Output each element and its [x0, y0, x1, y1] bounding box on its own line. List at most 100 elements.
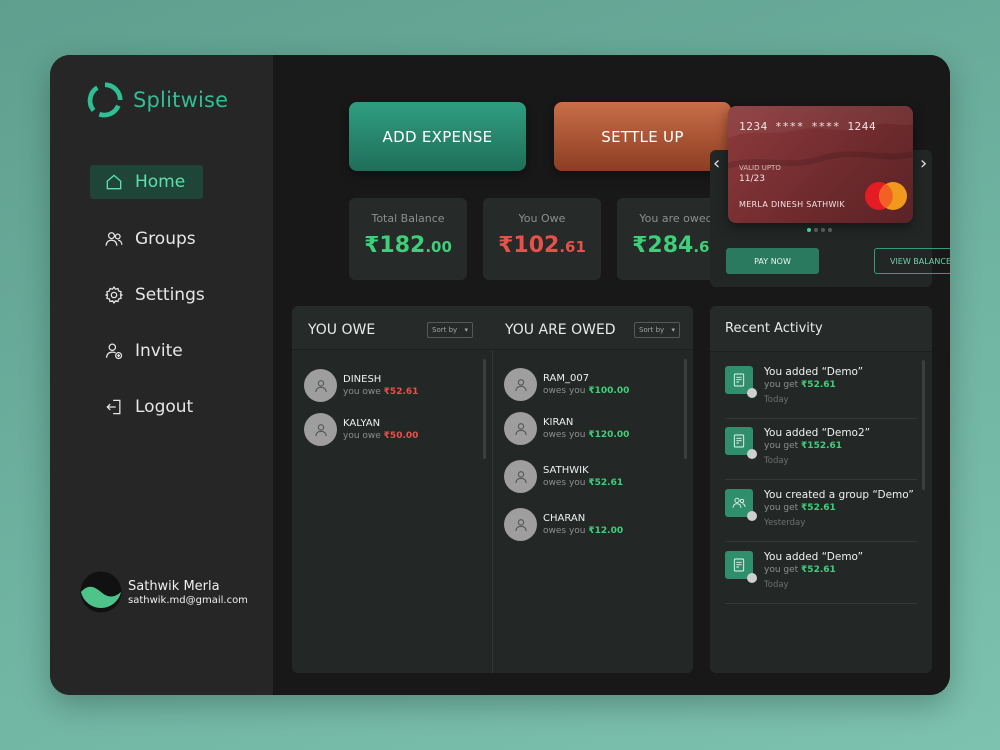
logout-icon — [106, 399, 121, 415]
balance-prefix: you owe — [343, 387, 384, 397]
user-avatar-icon — [504, 412, 537, 445]
add-expense-button[interactable]: ADD EXPENSE — [349, 102, 526, 171]
user-profile[interactable]: Sathwik Merla sathwik.md@gmail.com — [80, 571, 248, 613]
list-item[interactable]: DINESH you owe ₹52.61 — [304, 369, 418, 402]
balance-decimal: .00 — [425, 238, 452, 256]
balance-amount: ₹12.00 — [588, 526, 624, 536]
gear-icon — [104, 286, 124, 304]
list-item[interactable]: SATHWIK owes you ₹52.61 — [504, 460, 623, 493]
sidebar-item-groups[interactable]: Groups — [90, 222, 210, 256]
person-name: KALYAN — [343, 418, 381, 429]
caret-down-icon: ▾ — [671, 326, 675, 334]
column-divider — [492, 350, 493, 673]
balance-label: You Owe — [518, 212, 566, 225]
balance-value: ₹182.00 — [349, 233, 467, 258]
app-window: Splitwise Home Groups Settings Invite Lo… — [50, 55, 950, 695]
person-balance: owes you ₹12.00 — [543, 526, 623, 536]
sidebar-item-settings[interactable]: Settings — [90, 278, 219, 312]
activity-text: You created a group “Demo” — [764, 489, 914, 501]
person-balance: owes you ₹100.00 — [543, 386, 629, 396]
settle-up-button[interactable]: SETTLE UP — [554, 102, 731, 171]
activity-time: Today — [764, 395, 789, 405]
carousel-dot[interactable] — [807, 228, 811, 232]
status-badge — [747, 388, 757, 398]
sort-label: Sort by — [639, 326, 665, 334]
person-name: CHARAN — [543, 513, 586, 524]
activity-item[interactable]: You added “Demo” you get ₹52.61 Today — [725, 358, 917, 419]
recent-activity-title: Recent Activity — [725, 321, 823, 336]
balance-prefix: owes you — [543, 526, 589, 536]
person-name: SATHWIK — [543, 465, 589, 476]
activity-item[interactable]: You created a group “Demo” you get ₹52.6… — [725, 481, 917, 542]
activity-time: Yesterday — [764, 518, 806, 528]
amount-value: ₹152.61 — [801, 441, 843, 451]
you-are-owed-title: YOU ARE OWED — [505, 322, 616, 338]
balance-prefix: owes you — [543, 430, 589, 440]
balance-prefix: owes you — [543, 478, 589, 488]
list-item[interactable]: KIRAN owes you ₹120.00 — [504, 412, 629, 445]
carousel-dot[interactable] — [814, 228, 818, 232]
list-item[interactable]: CHARAN owes you ₹12.00 — [504, 508, 623, 541]
total-balance-card: Total Balance ₹182.00 — [349, 198, 467, 280]
person-balance: you owe ₹50.00 — [343, 431, 418, 441]
list-item[interactable]: RAM_007 owes you ₹100.00 — [504, 368, 629, 401]
balance-main: ₹102 — [498, 233, 560, 258]
list-item[interactable]: KALYAN you owe ₹50.00 — [304, 413, 418, 446]
scrollbar[interactable] — [922, 360, 925, 490]
sidebar-item-label: Invite — [135, 341, 183, 361]
card-valid-label: VALID UPTO — [739, 164, 781, 172]
activity-item[interactable]: You added “Demo” you get ₹52.61 Today — [725, 543, 917, 604]
home-icon — [106, 174, 122, 190]
carousel-dots — [807, 228, 832, 232]
profile-email: sathwik.md@gmail.com — [128, 594, 248, 606]
scrollbar[interactable] — [483, 359, 486, 459]
balance-prefix: you owe — [343, 431, 384, 441]
balance-amount: ₹100.00 — [588, 386, 630, 396]
groups-icon — [105, 232, 123, 246]
sidebar-item-label: Groups — [135, 229, 196, 249]
status-badge — [747, 511, 757, 521]
balance-main: ₹284 — [632, 233, 694, 258]
credit-card[interactable]: 1234 **** **** 1244 VALID UPTO 11/23 MER… — [728, 106, 913, 223]
activity-time: Today — [764, 456, 789, 466]
activity-amount: you get ₹152.61 — [764, 441, 842, 451]
user-avatar-icon — [304, 369, 337, 402]
receipt-icon — [725, 551, 757, 583]
person-balance: owes you ₹52.61 — [543, 478, 623, 488]
mastercard-logo-icon — [865, 182, 907, 210]
app-name: Splitwise — [133, 88, 229, 112]
sidebar-item-home[interactable]: Home — [90, 165, 203, 199]
activity-amount: you get ₹52.61 — [764, 380, 836, 390]
balance-value: ₹102.61 — [483, 233, 601, 258]
logo: Splitwise — [86, 81, 228, 119]
balance-prefix: owes you — [543, 386, 589, 396]
sidebar-item-logout[interactable]: Logout — [90, 390, 207, 424]
sidebar-item-label: Settings — [135, 285, 205, 305]
activity-text: You added “Demo2” — [764, 427, 871, 439]
chevron-right-icon[interactable]: › — [920, 153, 927, 174]
sort-by-dropdown[interactable]: Sort by ▾ — [634, 322, 680, 338]
card-holder-name: MERLA DINESH SATHWIK — [739, 200, 845, 209]
balance-amount: ₹52.61 — [588, 478, 624, 488]
sidebar-item-label: Logout — [135, 397, 194, 417]
balance-label: Total Balance — [371, 212, 445, 225]
sort-by-dropdown[interactable]: Sort by ▾ — [427, 322, 473, 338]
user-avatar-icon — [504, 368, 537, 401]
owe-panel: YOU OWE Sort by ▾ YOU ARE OWED Sort by ▾ D… — [292, 306, 693, 673]
activity-item[interactable]: You added “Demo2” you get ₹152.61 Today — [725, 419, 917, 480]
person-name: KIRAN — [543, 417, 574, 428]
chevron-left-icon[interactable]: ‹ — [713, 153, 720, 174]
view-balance-button[interactable]: VIEW BALANCE — [874, 248, 950, 274]
you-owe-title: YOU OWE — [308, 322, 376, 338]
amount-prefix: you get — [764, 503, 802, 513]
carousel-dot[interactable] — [821, 228, 825, 232]
recent-activity-panel: Recent Activity You added “Demo” you get… — [710, 306, 932, 673]
scrollbar[interactable] — [684, 359, 687, 459]
pay-now-button[interactable]: PAY NOW — [726, 248, 819, 274]
person-balance: owes you ₹120.00 — [543, 430, 629, 440]
group-icon — [725, 489, 757, 521]
amount-prefix: you get — [764, 441, 802, 451]
sidebar-item-invite[interactable]: Invite — [90, 334, 197, 368]
person-name: DINESH — [343, 374, 382, 385]
carousel-dot[interactable] — [828, 228, 832, 232]
